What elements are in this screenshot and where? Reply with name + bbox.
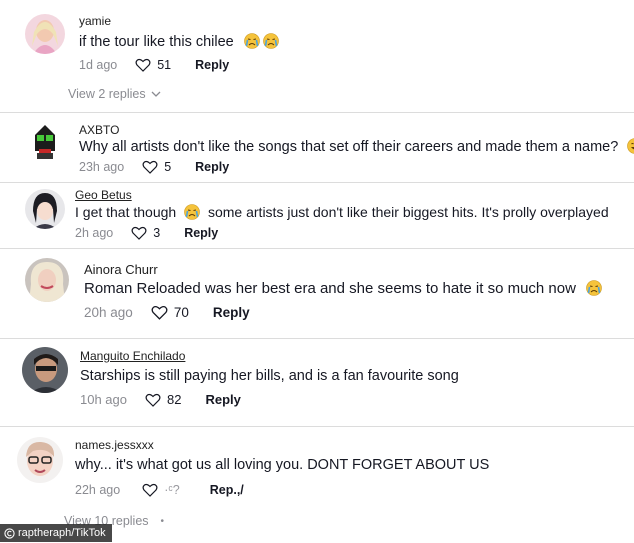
comment-text-content: some artists just don't like their bigge… [207, 204, 609, 220]
comment-text-content: Why all artists don't like the songs tha… [79, 139, 619, 155]
comment-text: if the tour like this chilee [79, 33, 279, 50]
comment-time: 2h ago [75, 226, 114, 240]
comment-username[interactable]: yamie [79, 14, 111, 28]
reply-button[interactable]: Reply [195, 58, 229, 72]
heart-icon[interactable] [151, 305, 168, 320]
comment-time: 10h ago [80, 392, 127, 407]
crying-face-icon [586, 280, 602, 296]
comment-meta: 20h ago 70 Reply [84, 305, 250, 320]
comment-username[interactable]: Manguito Enchilado [80, 349, 185, 363]
comment-text-content: why... it's what got us all loving you. … [75, 457, 490, 473]
comment-time: 23h ago [79, 160, 125, 174]
heart-icon[interactable] [145, 393, 161, 407]
reply-button[interactable]: Reply [184, 226, 218, 240]
heart-icon[interactable] [135, 58, 151, 72]
credit-text: raptheraph/TikTok [18, 527, 106, 539]
comment-time: 20h ago [84, 305, 133, 320]
crying-face-icon [243, 33, 260, 49]
chevron-down-icon: • [160, 515, 165, 527]
comment-meta: 10h ago 82 Reply [80, 392, 241, 407]
reply-button[interactable]: Reply [195, 160, 229, 174]
comment-username[interactable]: Ainora Churr [84, 262, 158, 277]
crying-face-icon [184, 204, 200, 220]
heart-icon[interactable] [142, 160, 158, 174]
image-credit: raptheraph/TikTok [0, 524, 112, 542]
chevron-down-icon [151, 91, 161, 97]
comment-item: AXBTO Why all artists don't like the son… [0, 112, 634, 183]
comment-meta: 23h ago 5 Reply [79, 160, 229, 174]
comment-text: I get that though some artists just don'… [75, 204, 609, 220]
like-count: 5 [164, 160, 172, 174]
comment-username[interactable]: Geo Betus [75, 188, 132, 202]
comment-item: Manguito Enchilado Starships is still pa… [0, 338, 634, 427]
avatar[interactable] [25, 258, 69, 302]
comment-text-content: if the tour like this chilee [79, 34, 234, 50]
comment-meta: 2h ago 3 Reply [75, 226, 218, 240]
comment-item: yamie if the tour like this chilee 1d ag… [0, 0, 634, 106]
like-count: 70 [173, 305, 189, 320]
avatar[interactable] [25, 14, 65, 54]
avatar[interactable] [25, 189, 65, 229]
like-count: 51 [157, 58, 172, 72]
comment-username[interactable]: AXBTO [79, 123, 119, 137]
reply-button[interactable]: Rep.,/ [210, 483, 244, 497]
comment-item: Ainora Churr Roman Reloaded was her best… [0, 248, 634, 339]
avatar[interactable] [22, 347, 68, 393]
like-count: 82 [167, 392, 182, 407]
view-replies-button[interactable]: View 2 replies [68, 87, 162, 101]
comment-text: Why all artists don't like the songs tha… [79, 138, 634, 155]
crying-face-icon [262, 33, 279, 49]
reply-button[interactable]: Reply [213, 305, 250, 320]
comment-time: 22h ago [75, 483, 121, 497]
avatar[interactable] [17, 437, 63, 483]
like-count: 3 [153, 226, 161, 240]
comment-text-content: Starships is still paying her bills, and… [80, 368, 459, 384]
heart-icon[interactable] [142, 483, 158, 497]
comment-text: Starships is still paying her bills, and… [80, 368, 459, 384]
comment-time: 1d ago [79, 58, 118, 72]
grinning-sweat-face-icon [627, 138, 634, 154]
comment-item: Geo Betus I get that though some artists… [0, 182, 634, 249]
comment-text: why... it's what got us all loving you. … [75, 457, 489, 473]
comment-meta: 22h ago ·ᶜ? Rep.,/ [75, 483, 244, 497]
comment-text-content: Roman Reloaded was her best era and she … [84, 280, 576, 297]
comment-text: Roman Reloaded was her best era and she … [84, 280, 602, 297]
like-count: ·ᶜ? [164, 483, 180, 497]
comment-text-content: I get that though [75, 204, 177, 220]
view-replies-label: View 2 replies [68, 87, 146, 101]
copyright-icon [4, 527, 15, 539]
reply-button[interactable]: Reply [205, 392, 240, 407]
avatar[interactable] [25, 121, 65, 161]
comment-username[interactable]: names.jessxxx [75, 438, 154, 452]
heart-icon[interactable] [131, 226, 147, 240]
comment-meta: 1d ago 51 Reply [79, 58, 229, 72]
